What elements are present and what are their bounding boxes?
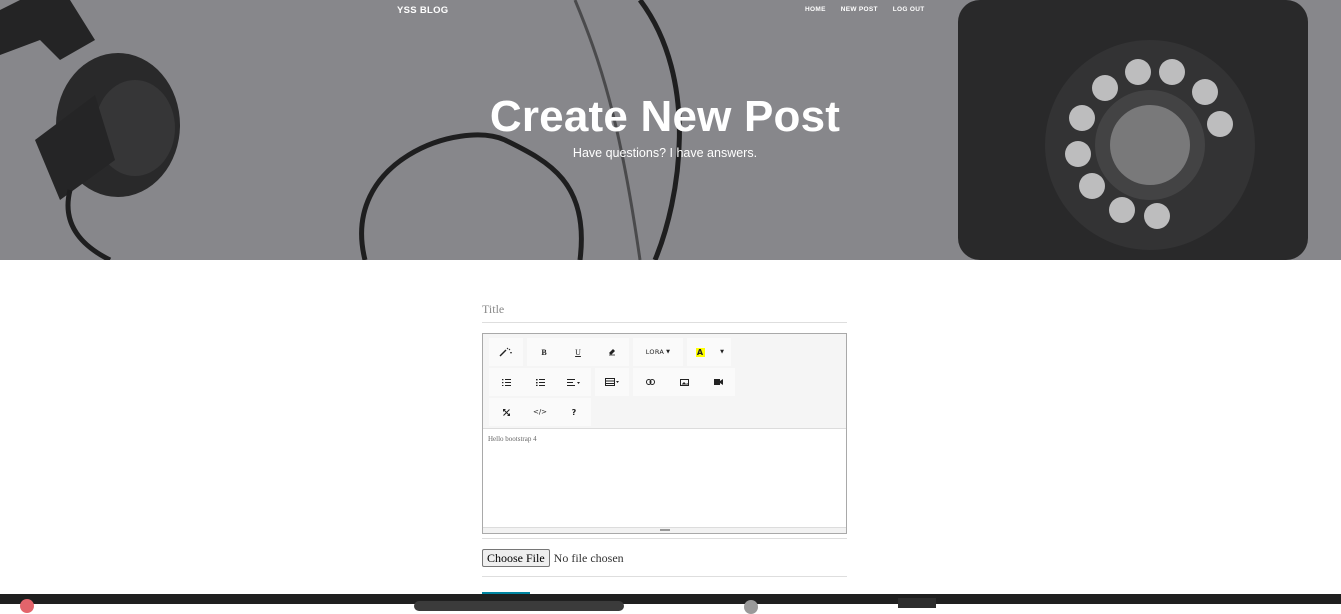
app-icon[interactable] [20,599,34,613]
unordered-list-icon[interactable] [489,368,523,396]
chevron-down-icon: ▼ [666,349,671,355]
eraser-icon[interactable] [595,338,629,366]
color-group: A ▼ [687,338,731,366]
divider [482,538,847,539]
underline-icon[interactable]: U [561,338,595,366]
font-family-label: LORA [645,348,665,356]
rich-text-editor: B U LORA ▼ A ▼ </> ? Hello bootstrap 4 [482,333,847,534]
toolbar-row-2 [489,368,739,396]
nav-home[interactable]: HOME [805,5,826,15]
insert-group [633,368,735,396]
page-header: YSS BLOG HOME NEW POST LOG OUT Create Ne… [0,0,1341,260]
table-group [595,368,629,396]
color-dropdown-chevron-icon[interactable]: ▼ [713,338,731,366]
style-group [489,338,523,366]
file-upload-field: Choose File No file chosen [482,549,624,567]
resize-grip-icon [660,529,670,531]
taskbar-window-button[interactable] [898,598,936,608]
toolbar-row-3: </> ? [489,398,595,426]
bold-icon[interactable]: B [527,338,561,366]
list-group [489,368,591,396]
view-group: </> ? [489,398,591,426]
align-dropdown-icon[interactable] [557,368,591,396]
ordered-list-icon[interactable] [523,368,557,396]
post-title-input[interactable] [482,296,847,323]
help-icon[interactable]: ? [557,398,591,426]
taskbar-search-box[interactable] [414,601,624,611]
highlight-color-icon[interactable]: A [687,338,713,366]
editor-toolbar: B U LORA ▼ A ▼ </> ? [483,334,846,429]
editor-content-area[interactable]: Hello bootstrap 4 [483,429,846,527]
fullscreen-icon[interactable] [489,398,523,426]
highlight-color-letter: A [695,347,705,357]
code-view-icon[interactable]: </> [523,398,557,426]
nav-log-out[interactable]: LOG OUT [893,5,925,15]
magic-wand-style-icon[interactable] [489,338,523,366]
table-dropdown-icon[interactable] [595,368,629,396]
taskbar-app-icon[interactable] [744,600,758,614]
file-status-text: No file chosen [553,550,624,565]
brand-logo[interactable]: YSS BLOG [397,5,449,16]
image-icon[interactable] [667,368,701,396]
nav-new-post[interactable]: NEW POST [841,5,878,15]
font-family-dropdown[interactable]: LORA ▼ [633,338,683,366]
link-icon[interactable] [633,368,667,396]
font-style-group: B U [527,338,629,366]
os-taskbar [0,594,1341,614]
toolbar-row-1: B U LORA ▼ A ▼ [489,338,735,366]
editor-resize-handle[interactable] [483,527,846,533]
page-title: Create New Post [489,92,841,141]
divider [482,576,847,577]
main-nav: HOME NEW POST LOG OUT [805,5,940,15]
page-subtitle: Have questions? I have answers. [572,146,758,160]
video-icon[interactable] [701,368,735,396]
choose-file-button[interactable]: Choose File [482,549,550,567]
font-family-group: LORA ▼ [633,338,683,366]
